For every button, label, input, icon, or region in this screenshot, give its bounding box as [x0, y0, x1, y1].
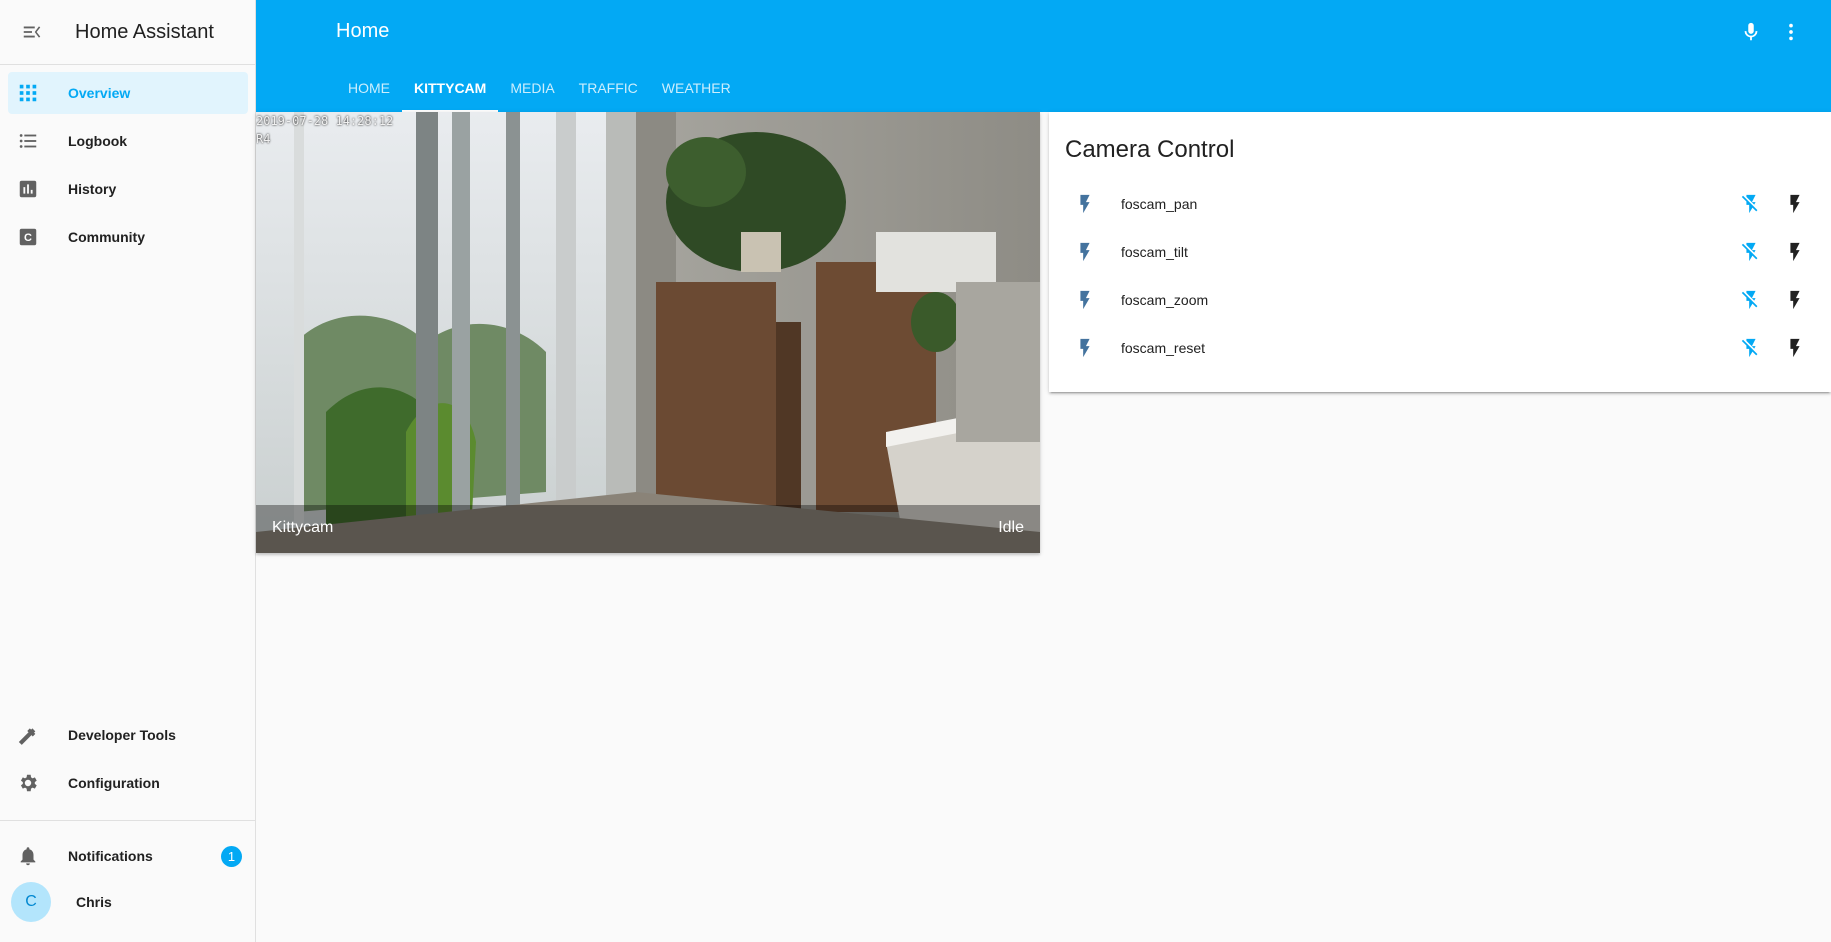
- tab-kittycam[interactable]: KITTYCAM: [402, 66, 499, 112]
- chart-box-icon: [0, 168, 48, 210]
- flash-off-icon[interactable]: [1731, 328, 1771, 368]
- sidebar: Home Assistant Overview Logbook History …: [0, 0, 256, 942]
- hammer-icon: [0, 714, 48, 756]
- entity-name[interactable]: foscam_zoom: [1121, 292, 1727, 308]
- flash-on-icon[interactable]: [1775, 280, 1815, 320]
- sidebar-item-configuration[interactable]: Configuration: [8, 762, 248, 804]
- camera-name: Kittycam: [272, 519, 334, 536]
- sidebar-item-label: Developer Tools: [68, 727, 176, 743]
- flash-icon: [1065, 328, 1105, 368]
- flash-on-icon[interactable]: [1775, 328, 1815, 368]
- notification-count-badge: 1: [221, 845, 242, 867]
- gear-icon: [0, 762, 48, 804]
- card-title: Camera Control: [1065, 136, 1235, 163]
- camera-timestamp: 2019-07-28 14:28:12: [256, 114, 394, 128]
- camera-overlay-text: 2019-07-28 14:28:12 R4: [256, 112, 393, 148]
- app-header: Home HOME KITTYCAM MEDIA TRAFFIC WEATHER: [256, 0, 1831, 112]
- avatar: C: [11, 882, 51, 922]
- flash-icon: [1065, 184, 1105, 224]
- entity-row: foscam_pan: [1065, 184, 1815, 224]
- sidebar-item-label: Configuration: [68, 775, 160, 791]
- flash-off-icon[interactable]: [1731, 280, 1771, 320]
- page-title: Home: [336, 20, 390, 42]
- flash-off-icon[interactable]: [1731, 232, 1771, 272]
- flash-off-icon[interactable]: [1731, 184, 1771, 224]
- flash-on-icon[interactable]: [1775, 232, 1815, 272]
- flash-on-icon[interactable]: [1775, 184, 1815, 224]
- entity-row: foscam_tilt: [1065, 232, 1815, 272]
- sidebar-item-label: History: [68, 181, 117, 197]
- format-list-bulleted-icon: [0, 120, 48, 162]
- sidebar-divider: [0, 820, 256, 821]
- flash-icon: [1065, 232, 1105, 272]
- community-c-icon: C: [0, 216, 48, 258]
- tab-home[interactable]: HOME: [336, 66, 402, 112]
- camera-control-card: Camera Control foscam_pan foscam_tilt fo…: [1049, 112, 1831, 392]
- camera-card[interactable]: 2019-07-28 14:28:12 R4 Kittycam Idle: [256, 112, 1040, 553]
- sidebar-item-overview[interactable]: Overview: [8, 72, 248, 114]
- view-dashboard-icon: [0, 72, 48, 114]
- camera-feed-image: [256, 112, 1040, 553]
- bell-icon: [0, 835, 48, 877]
- sidebar-item-notifications[interactable]: Notifications 1: [8, 835, 248, 877]
- user-name: Chris: [76, 894, 112, 910]
- entity-row: foscam_zoom: [1065, 280, 1815, 320]
- tab-weather[interactable]: WEATHER: [650, 66, 743, 112]
- entity-name[interactable]: foscam_pan: [1121, 196, 1727, 212]
- sidebar-item-community[interactable]: C Community: [8, 216, 248, 258]
- sidebar-item-user[interactable]: C Chris: [8, 879, 248, 925]
- sidebar-item-label: Notifications: [68, 848, 153, 864]
- app-title: Home Assistant: [75, 20, 214, 43]
- menu-toggle-icon[interactable]: [0, 0, 64, 64]
- entity-name[interactable]: foscam_reset: [1121, 340, 1727, 356]
- view-tabs: HOME KITTYCAM MEDIA TRAFFIC WEATHER: [336, 66, 743, 112]
- sidebar-item-developer-tools[interactable]: Developer Tools: [8, 714, 248, 756]
- camera-footer: Kittycam Idle: [256, 505, 1040, 553]
- svg-text:C: C: [24, 232, 32, 244]
- entity-row: foscam_reset: [1065, 328, 1815, 368]
- sidebar-item-history[interactable]: History: [8, 168, 248, 210]
- sidebar-item-logbook[interactable]: Logbook: [8, 120, 248, 162]
- more-vertical-icon[interactable]: [1775, 16, 1807, 48]
- sidebar-header: Home Assistant: [0, 0, 255, 65]
- entity-name[interactable]: foscam_tilt: [1121, 244, 1727, 260]
- flash-icon: [1065, 280, 1105, 320]
- camera-channel: R4: [256, 132, 271, 146]
- tab-traffic[interactable]: TRAFFIC: [567, 66, 650, 112]
- sidebar-item-label: Community: [68, 229, 145, 245]
- tab-media[interactable]: MEDIA: [498, 66, 566, 112]
- sidebar-item-label: Logbook: [68, 133, 128, 149]
- camera-state: Idle: [998, 519, 1024, 536]
- microphone-icon[interactable]: [1735, 16, 1767, 48]
- sidebar-item-label: Overview: [68, 85, 131, 101]
